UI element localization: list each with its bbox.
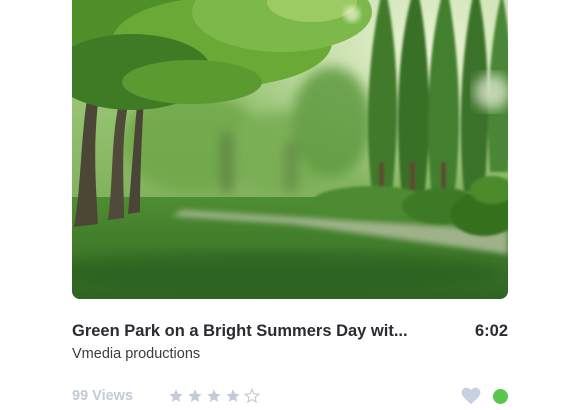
- star-rating[interactable]: [168, 388, 260, 404]
- view-count: 99 Views: [72, 388, 134, 404]
- star-filled-icon[interactable]: [206, 388, 222, 404]
- heart-icon[interactable]: [461, 387, 481, 405]
- star-filled-icon[interactable]: [168, 388, 184, 404]
- star-filled-icon[interactable]: [225, 388, 241, 404]
- video-duration: 6:02: [474, 321, 508, 340]
- star-filled-icon[interactable]: [187, 388, 203, 404]
- channel-name[interactable]: Vmedia productions: [72, 346, 200, 362]
- title-row: Green Park on a Bright Summers Day wit..…: [72, 320, 508, 342]
- video-title[interactable]: Green Park on a Bright Summers Day wit..…: [72, 322, 408, 341]
- star-empty-icon[interactable]: [244, 388, 260, 404]
- online-status-dot: [493, 388, 508, 404]
- video-card[interactable]: Green Park on a Bright Summers Day wit..…: [0, 0, 580, 410]
- meta-row: 99 Views: [72, 386, 508, 406]
- video-thumbnail[interactable]: [72, 0, 508, 299]
